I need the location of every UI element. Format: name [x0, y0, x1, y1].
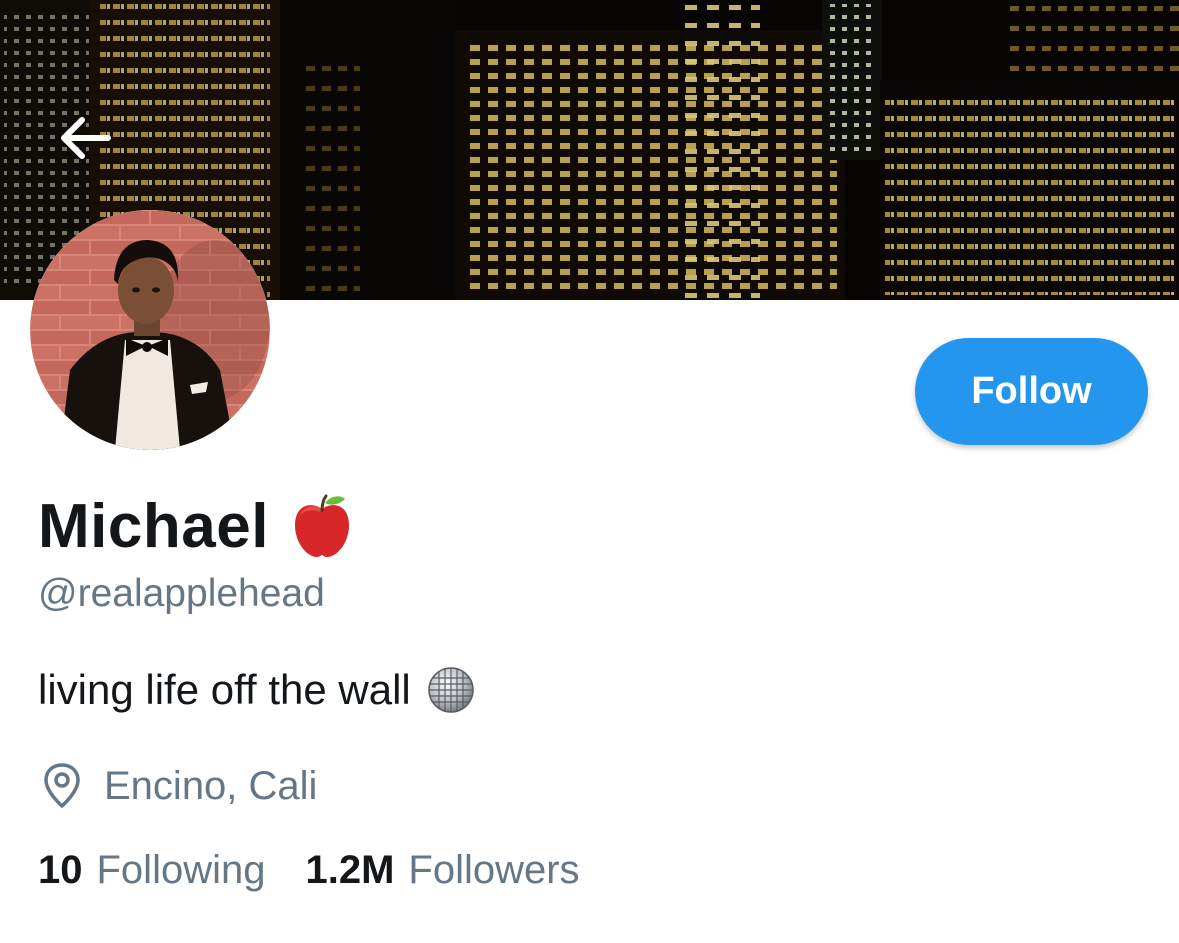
- location-pin-icon: [40, 762, 84, 810]
- following-stat[interactable]: 10 Following: [38, 848, 265, 893]
- back-button[interactable]: [44, 98, 124, 178]
- display-name: Michael: [38, 491, 269, 561]
- followers-count: 1.2M: [305, 848, 395, 892]
- following-count: 10: [38, 848, 83, 892]
- followers-label: Followers: [408, 848, 580, 892]
- following-label: Following: [96, 848, 266, 892]
- location-text: Encino, Cali: [104, 763, 318, 808]
- red-apple-icon: [291, 493, 353, 559]
- disco-ball-icon: [427, 666, 475, 714]
- arrow-left-icon: [61, 117, 111, 159]
- follow-button[interactable]: Follow: [915, 338, 1148, 445]
- location-row: Encino, Cali: [40, 758, 317, 814]
- stats-row: 10 Following 1.2M Followers: [38, 848, 580, 904]
- bio-text: living life off the wall: [38, 666, 411, 713]
- bio-row: living life off the wall: [38, 660, 475, 720]
- avatar-image: [30, 210, 270, 450]
- display-name-row: Michael: [38, 486, 353, 566]
- avatar[interactable]: [30, 210, 270, 450]
- profile-screen: Follow Michael @realapplehead living lif…: [0, 0, 1179, 943]
- followers-stat[interactable]: 1.2M Followers: [305, 848, 579, 893]
- username-handle: @realapplehead: [38, 572, 325, 615]
